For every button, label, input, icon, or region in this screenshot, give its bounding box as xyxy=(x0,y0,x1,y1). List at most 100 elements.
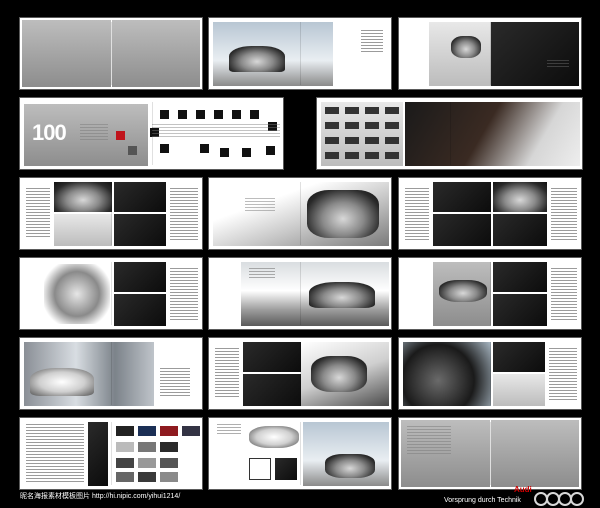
wheel-detail-photo xyxy=(493,294,547,326)
body-text xyxy=(551,268,577,320)
brochure-spread-16 xyxy=(208,417,392,490)
roadster-photo xyxy=(249,426,299,448)
gray-cover-right xyxy=(112,20,200,87)
model-thumb xyxy=(345,152,359,159)
color-swatch xyxy=(116,472,134,482)
suv-photo xyxy=(325,454,375,478)
brochure-spread-3 xyxy=(398,17,582,90)
model-thumb xyxy=(365,107,379,114)
model-thumb xyxy=(345,137,359,144)
model-thumb xyxy=(385,137,399,144)
body-text xyxy=(249,268,275,280)
body-text xyxy=(361,30,383,54)
timeline-photo xyxy=(242,148,251,157)
car-photo xyxy=(311,356,367,392)
timeline-photo xyxy=(196,110,205,119)
control-photo xyxy=(433,214,491,246)
model-thumb xyxy=(365,152,379,159)
spec-table xyxy=(26,424,84,484)
hatchback-photo xyxy=(30,368,94,396)
model-thumb xyxy=(325,122,339,129)
brochure-spread-7 xyxy=(208,177,392,250)
timeline-photo xyxy=(220,148,229,157)
brochure-spread-1 xyxy=(19,17,203,90)
color-swatch xyxy=(138,458,156,468)
brochure-spread-11 xyxy=(398,257,582,330)
back-cover-text xyxy=(407,426,451,456)
car-rear-photo xyxy=(307,190,379,238)
engine-photo xyxy=(114,214,166,246)
timeline-photo xyxy=(266,146,275,155)
brochure-spread-5 xyxy=(316,97,583,170)
brochure-spread-10 xyxy=(208,257,392,330)
body-text xyxy=(245,198,275,212)
brochure-spread-2 xyxy=(208,17,392,90)
model-thumb xyxy=(325,137,339,144)
model-thumb xyxy=(325,152,339,159)
headlight-closeup-photo xyxy=(243,342,301,372)
gauge-photo xyxy=(114,294,166,326)
color-swatch xyxy=(160,458,178,468)
brand-tagline: Vorsprung durch Technik xyxy=(444,497,521,504)
timeline-marker-red xyxy=(116,131,125,140)
brochure-spread-8 xyxy=(398,177,582,250)
interior-photo xyxy=(405,102,580,166)
timeline-photo xyxy=(214,110,223,119)
timeline-photo xyxy=(250,110,259,119)
color-swatch xyxy=(160,426,178,436)
car-on-road-photo xyxy=(491,22,579,86)
big-number: 100 xyxy=(32,120,67,145)
brochure-spread-17 xyxy=(398,417,582,490)
headlight-photo xyxy=(54,182,112,212)
brochure-spread-15 xyxy=(19,417,203,490)
body-text xyxy=(405,188,429,240)
dashboard-photo xyxy=(433,182,491,212)
body-text xyxy=(547,60,569,68)
brochure-spread-13 xyxy=(208,337,392,410)
body-text xyxy=(549,348,577,400)
car-photo xyxy=(451,36,481,58)
timeline-photo xyxy=(178,110,187,119)
spec-photo xyxy=(88,422,108,486)
model-thumb xyxy=(365,122,379,129)
color-swatch xyxy=(138,442,156,452)
brochure-spread-14 xyxy=(398,337,582,410)
car-photo xyxy=(229,46,285,72)
body-text xyxy=(217,424,241,434)
timeline-photo xyxy=(232,110,241,119)
seat-photo xyxy=(493,342,545,372)
timeline-text xyxy=(152,124,280,138)
bicycle-photo xyxy=(249,458,271,480)
color-swatch xyxy=(116,458,134,468)
gear-shift-photo xyxy=(493,214,547,246)
car-photo xyxy=(493,182,547,212)
car-side-photo xyxy=(114,262,166,292)
color-swatch xyxy=(160,472,178,482)
brochure-spread-12 xyxy=(19,337,203,410)
color-swatch xyxy=(138,426,156,436)
color-swatch xyxy=(160,442,178,452)
color-swatch xyxy=(116,442,134,452)
brand-name: Audi xyxy=(514,485,532,494)
body-text xyxy=(170,188,198,240)
accessory-photo xyxy=(275,458,297,480)
audi-rings-logo xyxy=(534,492,598,506)
car-topview-photo xyxy=(439,280,487,302)
model-thumb xyxy=(345,122,359,129)
brochure-spread-4: 100 xyxy=(19,97,284,170)
back-cover-right xyxy=(491,420,579,487)
body-text xyxy=(170,268,198,320)
exhaust-photo xyxy=(243,374,301,406)
body-text xyxy=(26,188,50,238)
model-thumb xyxy=(325,107,339,114)
timeline-photo xyxy=(160,144,169,153)
timeline-photo xyxy=(200,144,209,153)
timeline-photo xyxy=(160,110,169,119)
model-thumb xyxy=(385,107,399,114)
color-swatch xyxy=(116,426,134,436)
brochure-spread-9 xyxy=(19,257,203,330)
watermark-text: 昵名海报素材模板图片 http://hi.nipic.com/yihui1214… xyxy=(20,493,181,500)
gray-cover-left xyxy=(22,20,111,87)
body-text xyxy=(215,348,239,398)
brochure-spread-6 xyxy=(19,177,203,250)
